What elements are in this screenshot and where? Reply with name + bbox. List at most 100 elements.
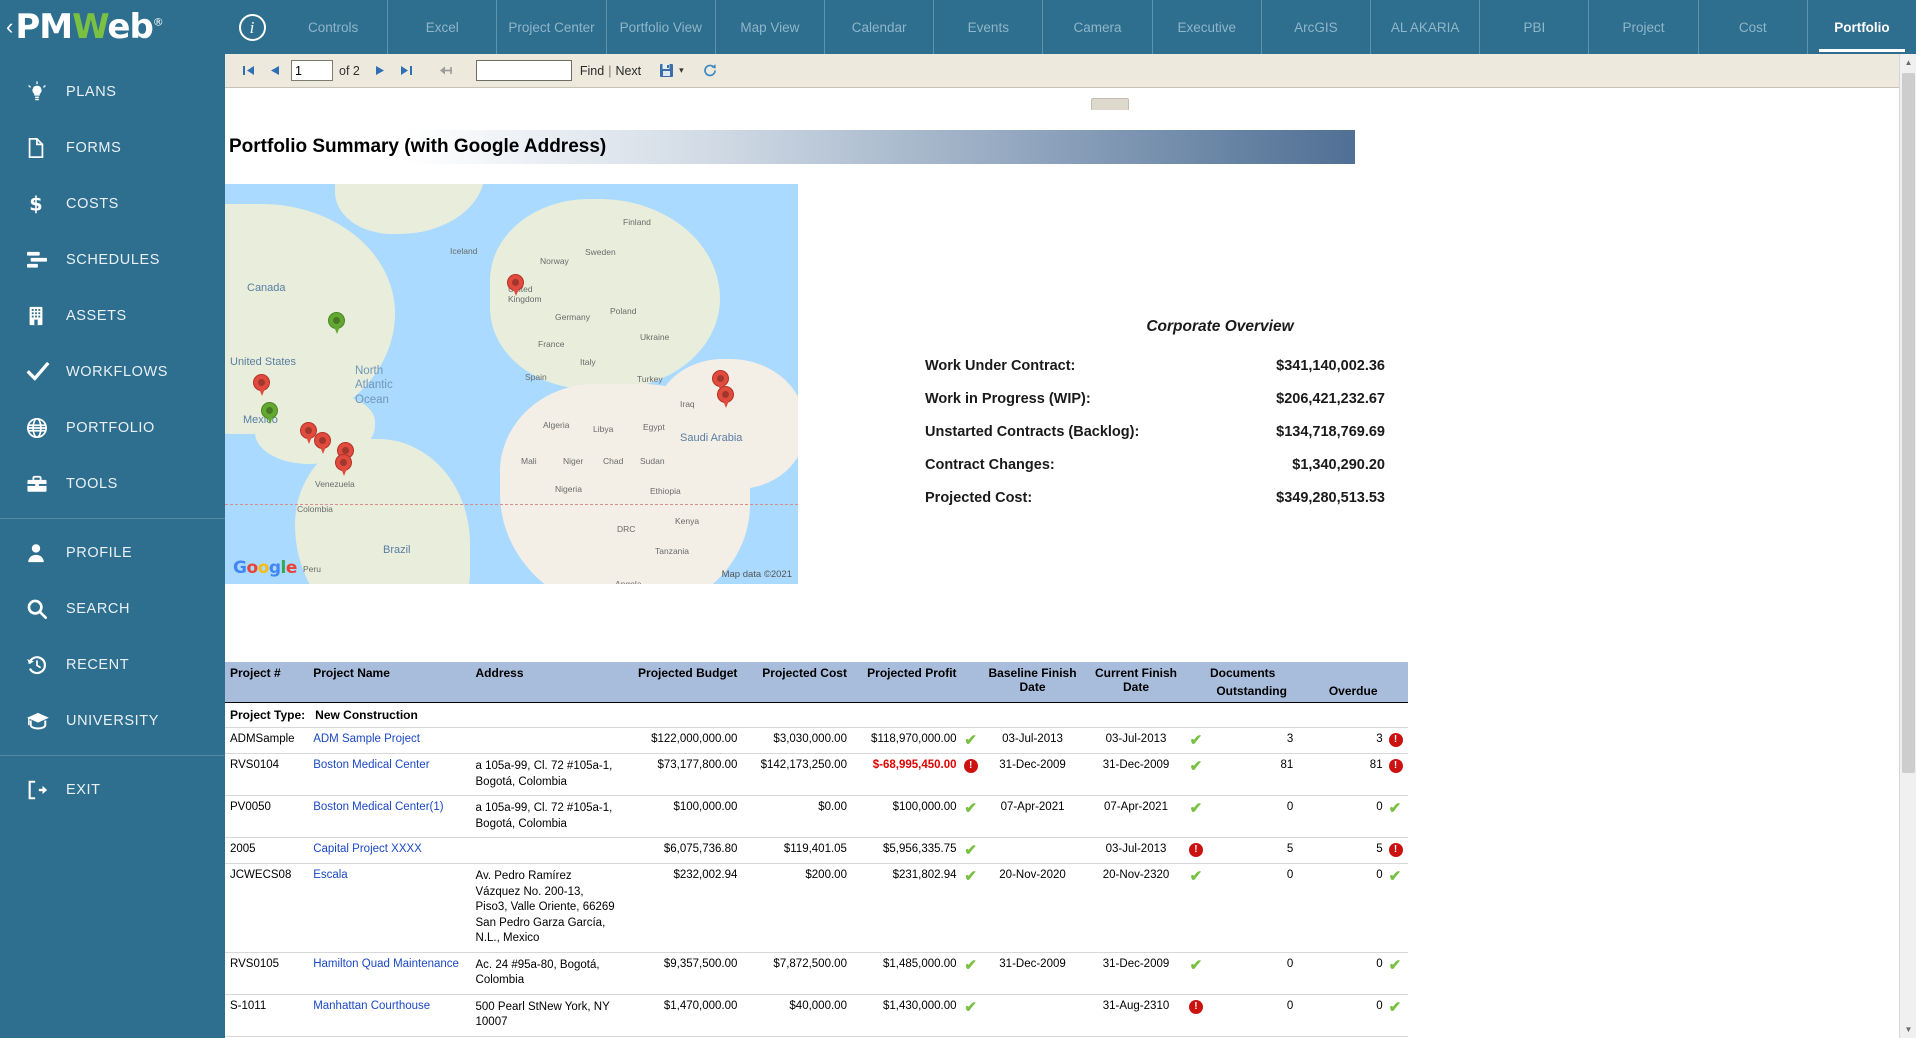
map-pin-red[interactable] — [712, 370, 729, 392]
sidebar-item-forms[interactable]: FORMS — [0, 120, 225, 176]
top-tab-portfolio-view[interactable]: Portfolio View — [605, 0, 715, 54]
map-pin-red[interactable] — [335, 454, 352, 476]
report-tab-nub[interactable] — [1091, 98, 1129, 110]
sidebar-item-label: FORMS — [66, 140, 122, 156]
previous-page-icon[interactable] — [261, 58, 287, 84]
cell-project-name-link[interactable]: Boston Medical Center(1) — [308, 795, 471, 839]
back-to-parent-icon[interactable] — [434, 58, 460, 84]
col-documents-overdue[interactable]: Overdue — [1298, 680, 1408, 703]
top-tab-excel[interactable]: Excel — [387, 0, 496, 54]
sidebar-item-portfolio[interactable]: PORTFOLIO — [0, 400, 225, 456]
cell-project-name-link[interactable]: Manhattan Courthouse — [308, 994, 471, 1037]
first-page-icon[interactable] — [235, 58, 261, 84]
map-label: Nigeria — [555, 484, 582, 494]
find-input[interactable] — [475, 60, 572, 81]
map-pin-green[interactable] — [261, 402, 278, 424]
sidebar-item-search[interactable]: SEARCH — [0, 581, 225, 637]
top-tab-portfolio[interactable]: Portfolio — [1806, 0, 1916, 54]
top-tab-map-view[interactable]: Map View — [714, 0, 824, 54]
sidebar-item-exit[interactable]: EXIT — [0, 762, 225, 818]
scroll-up-icon[interactable]: ▲ — [1900, 54, 1916, 71]
sidebar-item-schedules[interactable]: SCHEDULES — [0, 232, 225, 288]
cell-project-number: PV0050 — [225, 795, 309, 839]
sidebar-item-label: PLANS — [66, 84, 117, 100]
top-tab-project[interactable]: Project — [1588, 0, 1697, 54]
cell-documents-overdue: 3 — [1298, 727, 1388, 754]
top-tab-controls[interactable]: Controls — [279, 0, 387, 54]
profit-check-icon: ✔ — [964, 868, 977, 886]
info-icon[interactable]: i — [238, 13, 266, 41]
next-page-icon[interactable] — [368, 58, 394, 84]
col-projected-budget[interactable]: Projected Budget — [622, 662, 743, 703]
sidebar-item-recent[interactable]: RECENT — [0, 637, 225, 693]
last-page-icon[interactable] — [394, 58, 420, 84]
cell-baseline-finish-date — [979, 837, 1086, 865]
col-projected-profit[interactable]: Projected Profit — [851, 662, 962, 703]
table-row[interactable]: RVS0104 Boston Medical Center a 105a-99, C… — [225, 753, 1408, 797]
sidebar-divider — [0, 518, 225, 519]
table-row[interactable]: RVS0105 Hamilton Quad Maintenance Ac. 24 #… — [225, 952, 1408, 995]
google-map[interactable]: North Atlantic Ocean Google Map data ©2021… — [225, 184, 798, 584]
table-row[interactable]: 2005 Capital Project XXXX $6,075,736.80 $11… — [225, 837, 1408, 865]
page-scrollbar[interactable]: ▲ ▼ — [1899, 54, 1916, 1038]
sidebar-collapse-icon[interactable]: ‹ — [6, 16, 13, 38]
top-tab-pbi[interactable]: PBI — [1479, 0, 1588, 54]
col-project-name[interactable]: Project Name — [308, 662, 471, 703]
top-tab-project-center[interactable]: Project Center — [496, 0, 605, 54]
sidebar-item-profile[interactable]: PROFILE — [0, 525, 225, 581]
sidebar-item-costs[interactable]: $ COSTS — [0, 176, 225, 232]
sidebar-item-assets[interactable]: ASSETS — [0, 288, 225, 344]
map-label: Iceland — [450, 246, 478, 256]
table-row[interactable]: PV0050 Boston Medical Center(1) a 105a-99,… — [225, 795, 1408, 839]
export-save-icon[interactable]: ▾ — [659, 63, 684, 78]
map-pin-tip — [304, 434, 313, 444]
cell-project-name-link[interactable]: Escala — [308, 863, 471, 953]
cell-project-name-link[interactable]: ADM Sample Project — [308, 727, 471, 754]
sidebar-item-tools[interactable]: TOOLS — [0, 456, 225, 512]
top-tab-al-akaria[interactable]: AL AKARIA — [1370, 0, 1479, 54]
col-address[interactable]: Address — [470, 662, 623, 703]
top-tab-camera[interactable]: Camera — [1042, 0, 1151, 54]
col-documents-outstanding[interactable]: Outstanding — [1204, 680, 1299, 703]
map-label: Tanzania — [655, 546, 690, 556]
map-pin-red[interactable] — [507, 274, 524, 296]
table-row[interactable]: ADMSample ADM Sample Project $122,000,000.… — [225, 727, 1408, 754]
map-pin-red[interactable] — [717, 386, 734, 408]
top-tab-events[interactable]: Events — [933, 0, 1042, 54]
cell-overdue-status: ! — [1387, 753, 1408, 797]
col-current-finish-date[interactable]: Current Finish Date — [1085, 662, 1187, 703]
col-projected-cost[interactable]: Projected Cost — [742, 662, 852, 703]
map-pin-red[interactable] — [314, 432, 331, 454]
cell-profit-status: ✔ — [961, 795, 980, 839]
top-tab-cost[interactable]: Cost — [1697, 0, 1807, 54]
map-label: Norway — [540, 256, 569, 266]
pmweb-logo[interactable]: PMWeb® — [15, 7, 163, 47]
cell-current-finish-date: 31-Dec-2009 — [1085, 753, 1187, 797]
top-tab-calendar[interactable]: Calendar — [824, 0, 933, 54]
map-pin-red[interactable] — [253, 374, 270, 396]
cell-projected-budget: $100,000.00 — [622, 795, 743, 839]
finish-check-icon: ✔ — [1189, 868, 1203, 886]
cell-project-name-link[interactable]: Hamilton Quad Maintenance — [308, 952, 471, 995]
cell-project-name-link[interactable]: Boston Medical Center — [308, 753, 471, 797]
find-button[interactable]: Find — [580, 64, 604, 78]
page-scroll-thumb[interactable] — [1902, 73, 1915, 773]
col-project-number[interactable]: Project # — [225, 662, 309, 703]
sidebar-item-university[interactable]: UNIVERSITY — [0, 693, 225, 749]
refresh-icon[interactable] — [702, 63, 718, 78]
sidebar-item-plans[interactable]: PLANS — [0, 64, 225, 120]
top-tab-executive[interactable]: Executive — [1151, 0, 1261, 54]
scroll-down-icon[interactable]: ▼ — [1900, 1021, 1916, 1038]
page-number-input[interactable] — [291, 60, 333, 81]
sidebar-item-workflows[interactable]: WORKFLOWS — [0, 344, 225, 400]
table-row[interactable]: JCWECS08 Escala Av. Pedro Ramírez Vázquez … — [225, 863, 1408, 953]
cell-project-name-link[interactable]: Capital Project XXXX — [308, 837, 471, 865]
map-pin-tip — [511, 286, 520, 296]
export-caret-icon[interactable]: ▾ — [679, 65, 684, 76]
table-row[interactable]: S-1011 Manhattan Courthouse 500 Pearl StNe… — [225, 994, 1408, 1037]
profit-check-icon: ✔ — [964, 842, 977, 860]
col-baseline-finish-date[interactable]: Baseline Finish Date — [979, 662, 1086, 703]
map-pin-green[interactable] — [328, 312, 345, 334]
find-next-button[interactable]: Next — [615, 64, 641, 78]
top-tab-arcgis[interactable]: ArcGIS — [1260, 0, 1370, 54]
